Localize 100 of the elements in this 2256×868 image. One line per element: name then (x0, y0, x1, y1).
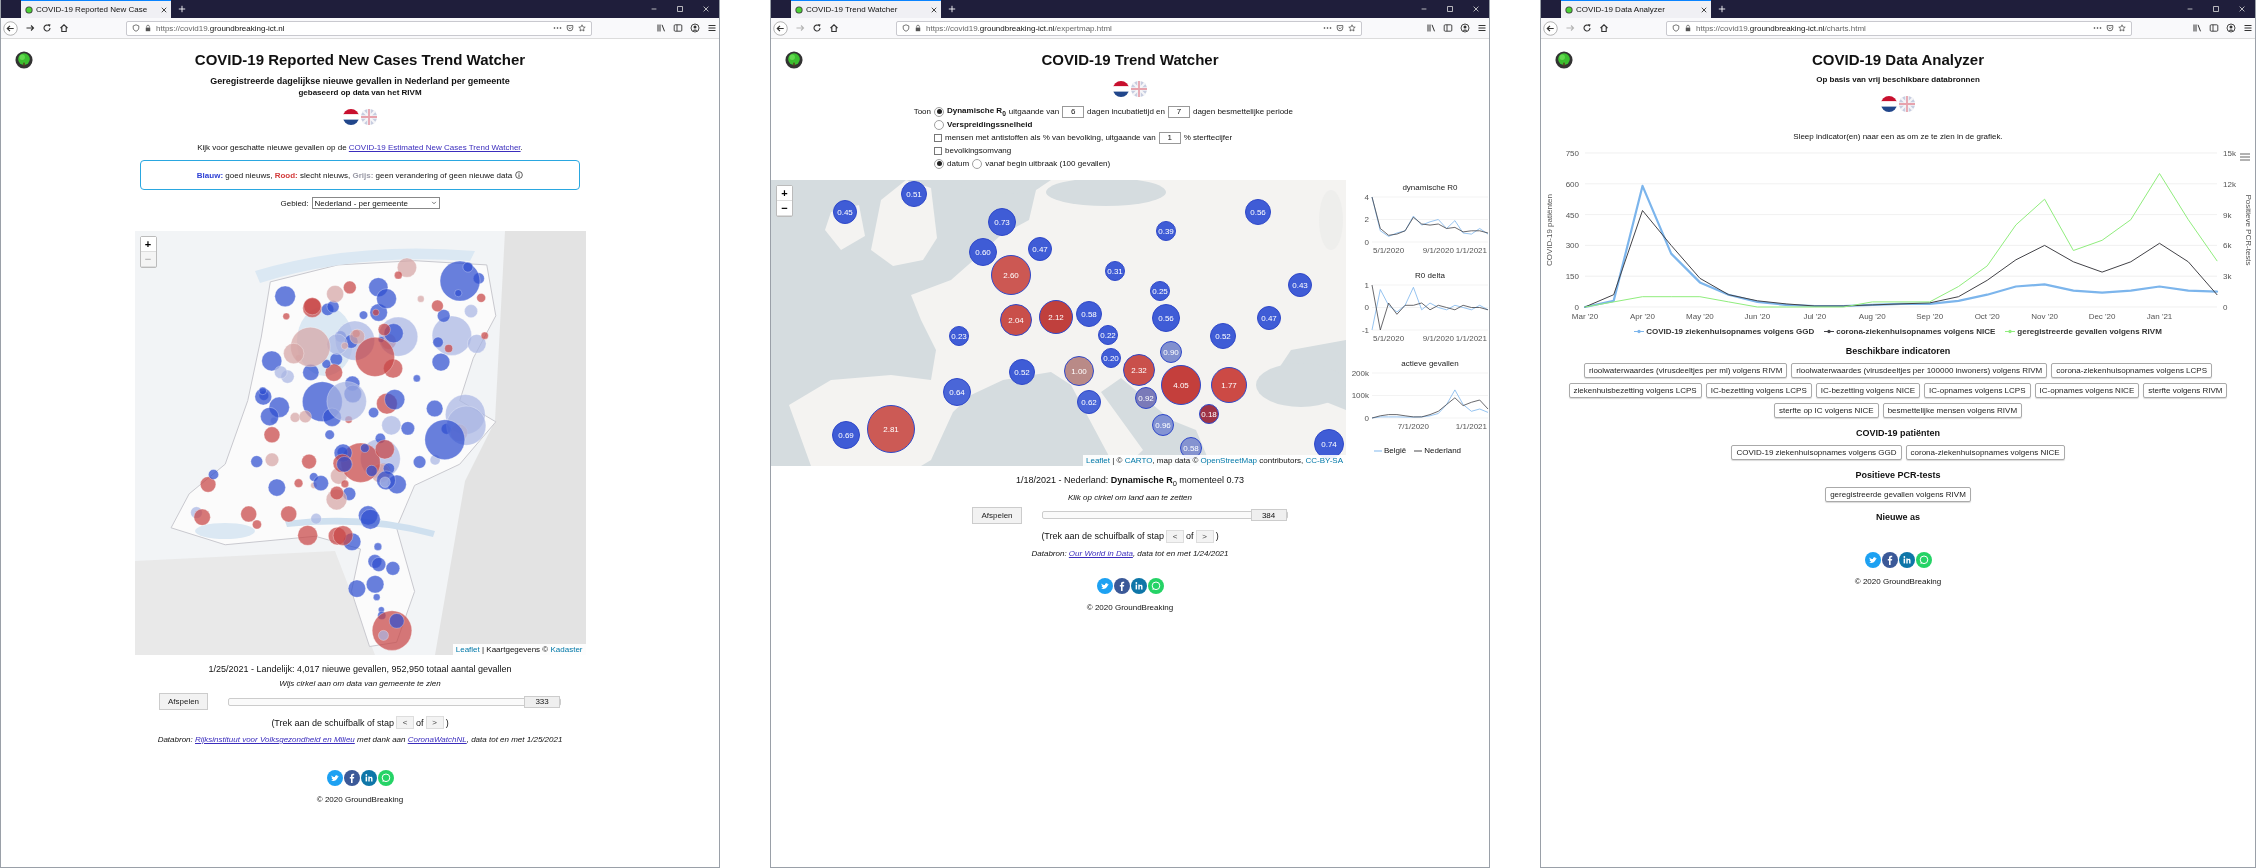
linkedin-icon[interactable] (360, 770, 377, 786)
menu-icon[interactable] (1477, 23, 1487, 33)
shield-icon[interactable] (132, 24, 140, 32)
browser-tab[interactable]: COVID-19 Trend Watcher (791, 0, 941, 18)
back-icon[interactable] (3, 20, 18, 36)
library-icon[interactable] (2192, 23, 2202, 33)
number-field[interactable]: 7 (1167, 105, 1190, 118)
radio-button[interactable] (934, 119, 944, 130)
next-button[interactable]: > (1195, 529, 1214, 543)
facebook-icon[interactable] (1881, 552, 1898, 568)
indicator-button[interactable]: IC-bezetting volgens LCPS (1705, 383, 1812, 398)
sidebar-icon[interactable] (1443, 23, 1453, 33)
new-tab-icon[interactable] (1718, 5, 1726, 13)
account-icon[interactable] (690, 23, 700, 33)
sidebar-icon[interactable] (673, 23, 683, 33)
attribution-link[interactable]: Kadaster (550, 645, 583, 654)
close-icon[interactable] (1472, 5, 1480, 13)
attribution-link[interactable]: Leaflet (1086, 456, 1111, 465)
star-icon[interactable] (578, 24, 586, 32)
indicator-button[interactable]: sterfte volgens RIVM (2143, 383, 2228, 398)
legend-item[interactable]: België (1373, 446, 1407, 455)
attribution-link[interactable]: OpenStreetMap (1200, 456, 1258, 465)
tree-logo-icon[interactable] (15, 51, 33, 69)
new-tab-icon[interactable] (948, 5, 956, 13)
zoom-in-button[interactable]: + (140, 237, 156, 252)
menu-icon[interactable] (707, 23, 717, 33)
new-tab-icon[interactable] (178, 5, 186, 13)
forward-icon[interactable] (25, 23, 35, 33)
account-icon[interactable] (1460, 23, 1470, 33)
linkedin-icon[interactable] (1130, 577, 1147, 594)
attribution-link[interactable]: CC-BY-SA (1305, 456, 1343, 465)
menu-icon[interactable] (2243, 23, 2253, 33)
indicator-button[interactable]: sterfte op IC volgens NICE (1773, 403, 1879, 418)
indicator-button[interactable]: corona-ziekenhuisopnames volgens NICE (1905, 445, 2065, 460)
account-icon[interactable] (2226, 23, 2236, 33)
address-bar[interactable]: https://covid19.groundbreaking-ict.nl/charts.html (1666, 20, 2132, 36)
linkedin-icon[interactable] (1898, 552, 1915, 568)
close-tab-icon[interactable] (161, 6, 167, 13)
radio-button[interactable] (972, 158, 983, 169)
indicator-button[interactable]: corona-ziekenhuisopnames volgens LCPS (2051, 363, 2213, 378)
indicator-button[interactable]: rioolwaterwaardes (virusdeeltjes per ml) volgens RIVM (1583, 363, 1788, 378)
zoom-in-button[interactable]: + (777, 186, 792, 201)
legend-item[interactable]: Nederland (1414, 446, 1462, 455)
maximize-icon[interactable] (676, 5, 684, 13)
indicator-button[interactable]: rioolwaterwaardes (virusdeeltjes per 100000 inwoners) volgens RIVM (1791, 363, 2048, 378)
address-bar[interactable]: https://covid19.groundbreaking-ict.nl/expertmap.html (896, 20, 1362, 36)
slider-thumb[interactable]: 333 (524, 695, 561, 708)
dutch-flag-icon[interactable] (1881, 96, 1897, 112)
reload-icon[interactable] (42, 23, 52, 33)
browser-tab[interactable]: COVID-19 Data Analyzer (1561, 0, 1711, 18)
play-button[interactable]: Afspelen (972, 506, 1022, 524)
maximize-icon[interactable] (1446, 5, 1454, 13)
legend-item[interactable]: COVID-19 ziekenhuisopnames volgens GGD (1634, 327, 1815, 336)
previous-button[interactable]: < (396, 716, 415, 729)
play-button[interactable]: Afspelen (158, 693, 209, 710)
close-icon[interactable] (2238, 5, 2246, 13)
minimize-icon[interactable] (1420, 5, 1428, 13)
library-icon[interactable] (656, 23, 666, 33)
indicator-button[interactable]: IC-bezetting volgens NICE (1815, 383, 1920, 398)
home-icon[interactable] (59, 23, 69, 33)
number-field[interactable]: 6 (1062, 105, 1085, 118)
radio-button[interactable] (934, 106, 944, 117)
checkbox[interactable] (934, 133, 942, 142)
tree-logo-icon[interactable] (785, 51, 803, 69)
more-icon[interactable] (2093, 24, 2102, 32)
browser-tab[interactable]: COVID-19 Reported New Case (21, 0, 171, 18)
sidebar-icon[interactable] (2209, 23, 2219, 33)
indicator-button[interactable]: IC-opnames volgens LCPS (1924, 383, 2031, 398)
tree-logo-icon[interactable] (1555, 51, 1573, 69)
minimize-icon[interactable] (2186, 5, 2194, 13)
twitter-icon[interactable] (1096, 577, 1113, 594)
facebook-icon[interactable] (1113, 577, 1130, 594)
indicator-button[interactable]: COVID-19 ziekenhuisopnames volgens GGD (1731, 445, 1902, 460)
info-icon[interactable] (515, 171, 524, 179)
twitter-icon[interactable] (326, 770, 343, 786)
indicator-button[interactable]: ziekenhuisbezetting volgens LCPS (1568, 383, 1702, 398)
indicator-button[interactable]: IC-opnames volgens NICE (2034, 383, 2140, 398)
more-icon[interactable] (1323, 24, 1332, 32)
indicator-button[interactable]: geregistreerde gevallen volgens RIVM (1825, 487, 1971, 502)
close-tab-icon[interactable] (1701, 6, 1707, 13)
attribution-link[interactable]: Leaflet (455, 645, 480, 654)
source-link[interactable]: CoronaWatchNL (407, 735, 467, 744)
dutch-flag-icon[interactable] (1113, 81, 1129, 97)
pocket-icon[interactable] (566, 24, 574, 32)
shield-icon[interactable] (902, 24, 910, 32)
more-icon[interactable] (553, 24, 562, 32)
close-tab-icon[interactable] (931, 6, 937, 13)
radio-button[interactable] (934, 158, 944, 169)
slider-thumb[interactable]: 384 (1250, 509, 1287, 522)
dutch-flag-icon[interactable] (343, 109, 359, 125)
home-icon[interactable] (829, 23, 839, 33)
checkbox[interactable] (934, 146, 942, 155)
pocket-icon[interactable] (2106, 24, 2114, 32)
twitter-icon[interactable] (1864, 552, 1881, 568)
back-icon[interactable] (1543, 20, 1558, 36)
legend-item[interactable]: corona-ziekenhuisopnames volgens NICE (1824, 327, 1996, 336)
star-icon[interactable] (1348, 24, 1356, 32)
reload-icon[interactable] (1582, 23, 1592, 33)
trend-watcher-link[interactable]: COVID-19 Estimated New Cases Trend Watcher (348, 143, 521, 152)
maximize-icon[interactable] (2212, 5, 2220, 13)
